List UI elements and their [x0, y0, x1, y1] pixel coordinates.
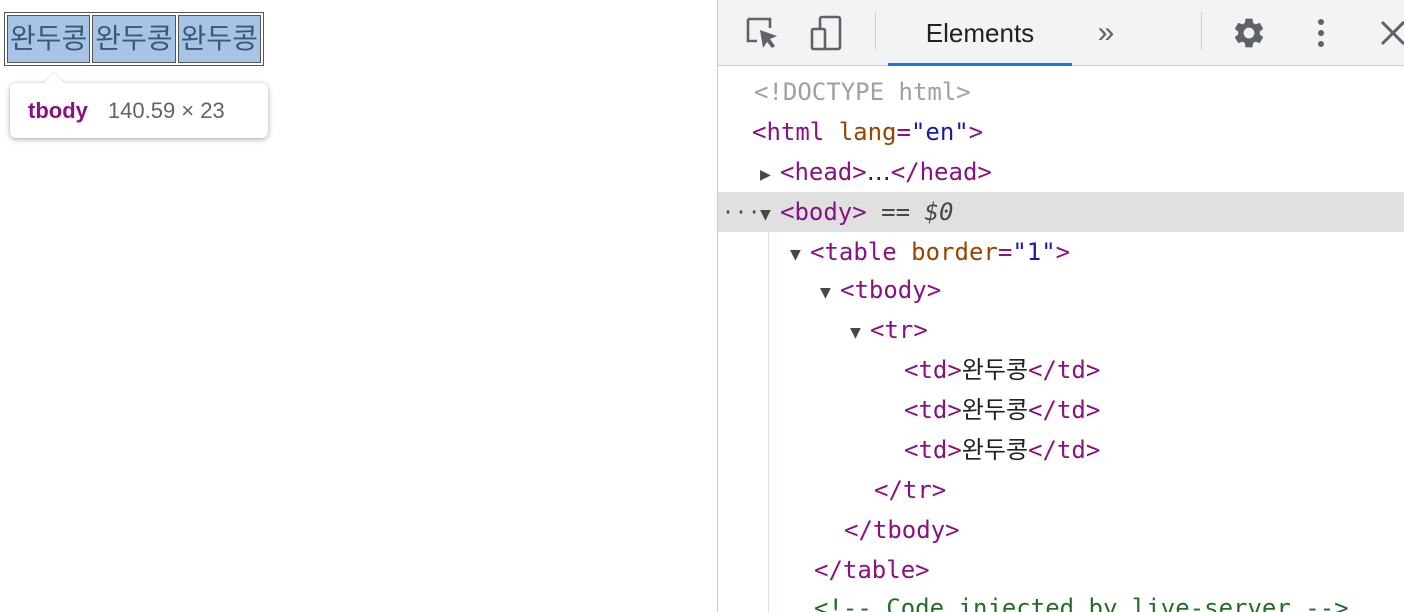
- tag-text: </td>: [1028, 436, 1101, 464]
- close-icon[interactable]: [1373, 13, 1404, 53]
- dom-node-tbody-close[interactable]: </tbody>: [718, 510, 1404, 550]
- node-text: 완두콩: [961, 356, 1029, 384]
- tag-text: </td>: [1028, 356, 1101, 384]
- device-toolbar-icon: [810, 15, 842, 51]
- more-tabs-icon[interactable]: »: [1086, 13, 1126, 53]
- attr-name: border: [911, 238, 998, 266]
- tooltip-dimensions: 140.59 × 23: [107, 97, 225, 123]
- tag-text: </tbody>: [844, 516, 960, 544]
- tag-text: <td>: [904, 396, 962, 424]
- device-toolbar-icon[interactable]: [807, 13, 847, 53]
- gear-icon[interactable]: [1229, 13, 1269, 53]
- dom-node-comment[interactable]: <!-- Code injected by live-server -->: [718, 588, 1404, 612]
- collapse-arrow-icon[interactable]: ▼: [820, 273, 840, 313]
- dom-node-td[interactable]: <td>완두콩</td>: [718, 390, 1404, 430]
- node-text: 완두콩: [961, 436, 1029, 464]
- toolbar-separator: [1201, 12, 1202, 50]
- dom-node-table[interactable]: ▼ <table border="1">: [718, 232, 1404, 272]
- tag-text: <tr>: [870, 316, 928, 344]
- page-viewport: 완두콩 완두콩 완두콩 tbody 140.59 × 23: [0, 0, 717, 612]
- row-actions-icon[interactable]: ···: [722, 192, 761, 232]
- node-text: 완두콩: [961, 396, 1029, 424]
- attr-name: lang: [838, 118, 897, 146]
- tag-text: <table: [810, 238, 897, 266]
- doctype-text: <!DOCTYPE html>: [754, 78, 971, 106]
- gear-icon: [1234, 18, 1264, 48]
- dom-node-tr-close[interactable]: </tr>: [718, 470, 1404, 510]
- dom-node-head[interactable]: ▶ <head>…</head>: [718, 152, 1404, 192]
- kebab-menu-icon[interactable]: [1301, 13, 1341, 53]
- attr-value: "en": [910, 118, 969, 146]
- selected-node-marker: == $0: [881, 198, 954, 226]
- attr-value: "1": [1012, 238, 1056, 266]
- collapsed-ellipsis: …: [866, 158, 891, 186]
- kebab-menu-icon: [1318, 19, 1324, 47]
- tag-end: >: [968, 118, 984, 146]
- tag-text: <td>: [904, 356, 962, 384]
- table-cell: 완두콩: [7, 15, 91, 63]
- tab-elements[interactable]: Elements: [888, 0, 1072, 66]
- tag-text: </td>: [1028, 396, 1101, 424]
- inspect-element-icon: [746, 17, 777, 48]
- tag-text: <tbody>: [840, 276, 942, 304]
- tag-text: <html: [752, 118, 825, 146]
- demo-table: 완두콩 완두콩 완두콩: [4, 12, 264, 66]
- dom-node-tr[interactable]: ▼ <tr>: [718, 310, 1404, 350]
- dom-tree: <!DOCTYPE html> <html lang="en"> ▶ <head>…: [718, 72, 1404, 612]
- tag-text: <td>: [904, 436, 962, 464]
- dom-node-html[interactable]: <html lang="en">: [718, 112, 1404, 152]
- dom-node-td[interactable]: <td>완두콩</td>: [718, 430, 1404, 470]
- comment-text: <!-- Code injected by live-server -->: [814, 594, 1349, 612]
- demo-tbody: 완두콩 완두콩 완두콩: [7, 15, 261, 63]
- inspect-tooltip: tbody 140.59 × 23: [10, 83, 268, 138]
- dom-node-doctype[interactable]: <!DOCTYPE html>: [718, 72, 1404, 112]
- tag-text: </head>: [890, 158, 992, 186]
- tooltip-tag-name: tbody: [28, 97, 88, 123]
- close-icon: [1380, 20, 1404, 46]
- dom-node-table-close[interactable]: </table>: [718, 550, 1404, 590]
- collapse-arrow-icon[interactable]: ▼: [790, 235, 810, 275]
- inspect-element-icon[interactable]: [742, 13, 782, 53]
- collapse-arrow-icon[interactable]: ▼: [760, 195, 780, 235]
- tag-text: </table>: [814, 556, 930, 584]
- dom-node-body[interactable]: ··· ▼ <body> == $0: [718, 192, 1404, 232]
- dom-node-td[interactable]: <td>완두콩</td>: [718, 350, 1404, 390]
- tag-text: <body>: [780, 198, 867, 226]
- toolbar-separator: [875, 12, 876, 50]
- tag-text: <head>: [780, 158, 867, 186]
- dom-node-tbody[interactable]: ▼ <tbody>: [718, 270, 1404, 310]
- demo-row: 완두콩 완두콩 완두콩: [7, 15, 261, 63]
- collapse-arrow-icon[interactable]: ▼: [850, 313, 870, 353]
- table-cell: 완두콩: [177, 15, 261, 63]
- tag-text: </tr>: [874, 476, 947, 504]
- tag-end: >: [1055, 238, 1071, 266]
- expand-arrow-icon[interactable]: ▶: [760, 155, 780, 195]
- devtools-panel: Elements » <!DOCTYPE html> <html lang="e…: [717, 0, 1404, 612]
- devtools-toolbar: Elements »: [718, 0, 1404, 66]
- table-cell: 완두콩: [92, 15, 176, 63]
